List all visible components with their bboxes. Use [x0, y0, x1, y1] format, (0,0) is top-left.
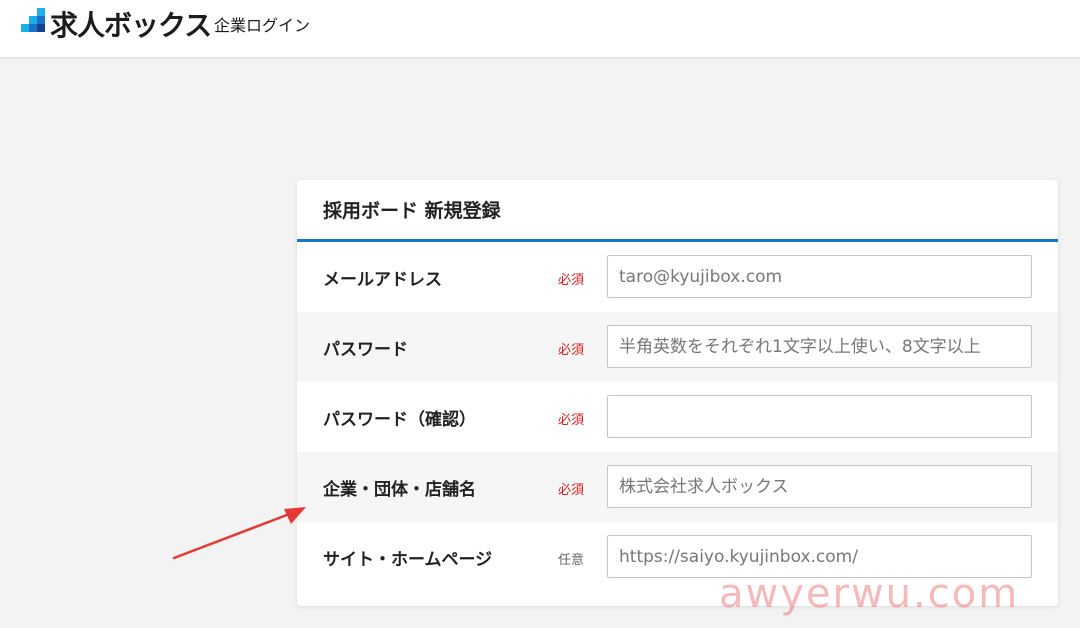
- required-badge: 必須: [558, 343, 585, 358]
- form-row-email: メールアドレス 必須: [297, 242, 1058, 312]
- logo-icon: [21, 8, 45, 32]
- company-name-field[interactable]: [607, 465, 1032, 508]
- form-row-company: 企業・団体・店舗名 必須: [297, 452, 1058, 522]
- registration-card: 採用ボード 新規登録 メールアドレス 必須 パスワード 必須 パスワード（確認）…: [297, 180, 1058, 606]
- site-header: 求人ボックス 企業ログイン: [0, 0, 1080, 58]
- email-label: メールアドレス: [323, 270, 442, 290]
- required-badge: 必須: [558, 413, 585, 428]
- email-field[interactable]: [607, 255, 1032, 298]
- watermark: awyerwu.com: [719, 571, 1020, 617]
- required-badge: 必須: [558, 273, 585, 288]
- password-confirm-field[interactable]: [607, 395, 1032, 438]
- header-subtitle: 企業ログイン: [214, 16, 311, 35]
- password-label: パスワード: [323, 340, 408, 360]
- company-name-label: 企業・団体・店舗名: [323, 480, 476, 500]
- card-title: 採用ボード 新規登録: [323, 200, 501, 222]
- form-row-password-confirm: パスワード（確認） 必須: [297, 382, 1058, 452]
- card-header: 採用ボード 新規登録: [297, 180, 1058, 242]
- password-field[interactable]: [607, 325, 1032, 368]
- optional-badge: 任意: [558, 553, 585, 568]
- logo-text[interactable]: 求人ボックス: [50, 4, 212, 44]
- password-confirm-label: パスワード（確認）: [323, 410, 476, 430]
- website-label: サイト・ホームページ: [323, 550, 493, 570]
- form-row-password: パスワード 必須: [297, 312, 1058, 382]
- required-badge: 必須: [558, 483, 585, 498]
- pointer-arrow-icon: [172, 507, 306, 560]
